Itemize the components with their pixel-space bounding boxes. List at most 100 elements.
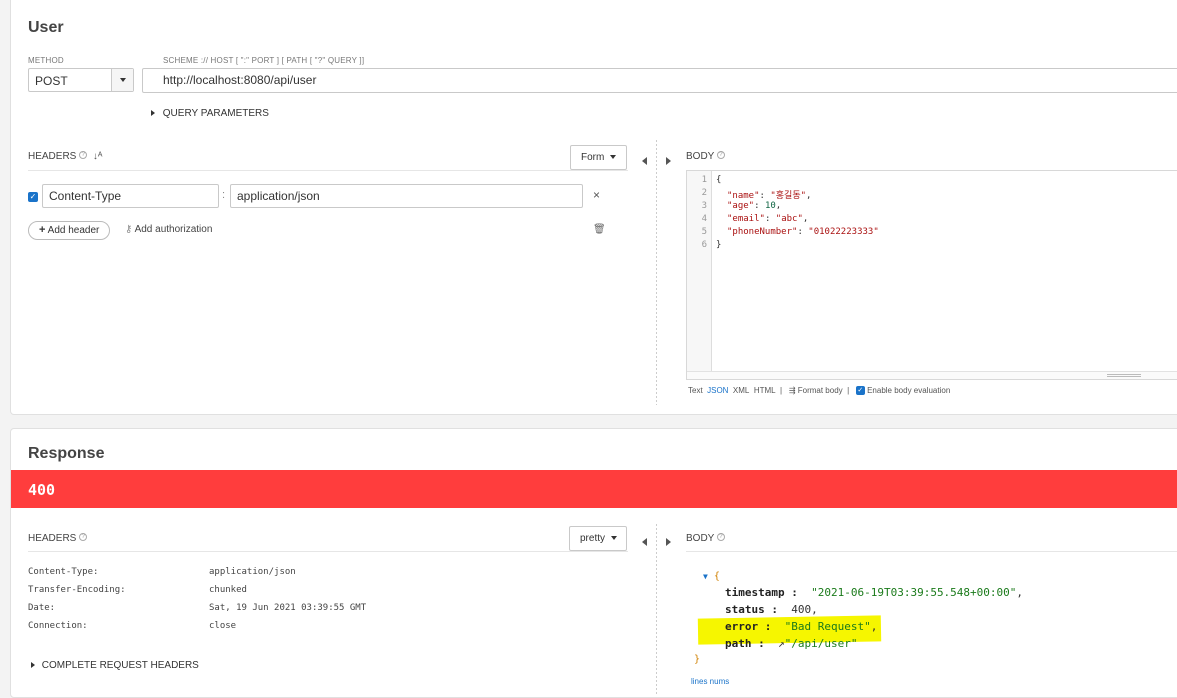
json-line: timestamp : "2021-06-19T03:39:55.548+00:… <box>725 586 1024 599</box>
add-authorization-button[interactable]: ⚷ Add authorization <box>125 224 212 235</box>
vertical-divider <box>656 140 657 405</box>
help-icon[interactable]: ? <box>716 151 725 159</box>
line-number: 1 <box>701 175 707 185</box>
header-enabled-checkbox[interactable]: ✓ <box>28 192 38 202</box>
close-icon[interactable]: × <box>593 188 600 202</box>
collapse-left-icon[interactable] <box>642 533 647 551</box>
format-xml-tab[interactable]: XML <box>733 386 749 395</box>
format-text-tab[interactable]: Text <box>688 386 703 395</box>
method-select[interactable]: POST <box>28 68 134 92</box>
add-header-label: Add header <box>47 225 100 236</box>
json-collapse-toggle[interactable]: ▼ { <box>703 571 720 582</box>
json-line: path : ↗"/api/user" <box>725 637 858 650</box>
response-headers-mode-select[interactable]: pretty <box>569 526 627 551</box>
response-header-value: application/json <box>209 567 296 577</box>
collapse-left-icon[interactable] <box>642 152 647 170</box>
method-label: METHOD <box>28 56 64 65</box>
headers-mode-select[interactable]: Form <box>570 145 627 170</box>
json-key: path <box>725 637 752 650</box>
enable-eval-checkbox[interactable]: ✓ <box>855 386 865 396</box>
add-authorization-label: Add authorization <box>134 224 213 235</box>
response-header-value: Sat, 19 Jun 2021 03:39:55 GMT <box>209 603 367 613</box>
response-headers-label: HEADERS ? <box>28 533 88 544</box>
json-line: error : "Bad Request", <box>725 620 878 633</box>
complete-request-headers-toggle[interactable]: COMPLETE REQUEST HEADERS <box>31 660 199 671</box>
code-line: "name": "홍길동", <box>727 191 812 201</box>
query-parameters-label: QUERY PARAMETERS <box>162 108 269 119</box>
status-bar: 400 <box>11 470 1177 508</box>
json-value: "2021-06-19T03:39:55.548+00:00" <box>811 586 1017 599</box>
trash-icon[interactable]: 🗑 <box>593 224 606 235</box>
headers-mode-value: Form <box>581 152 605 163</box>
json-key: "age" <box>727 201 755 211</box>
editor-resize-handle[interactable] <box>687 371 1177 379</box>
json-value: "01022223333" <box>808 227 879 237</box>
lines-nums-link[interactable]: lines nums <box>691 677 729 686</box>
json-brace: } <box>694 654 701 665</box>
collapse-right-icon[interactable] <box>666 152 671 170</box>
help-icon[interactable]: ? <box>716 533 725 541</box>
line-number: 2 <box>701 188 707 198</box>
format-json-tab[interactable]: JSON <box>707 386 728 395</box>
response-header-key: Content-Type: <box>28 567 99 577</box>
line-number: 3 <box>701 201 707 211</box>
collapse-right-icon[interactable] <box>666 533 671 551</box>
help-icon[interactable]: ? <box>79 151 88 159</box>
chevron-down-icon <box>610 155 617 160</box>
format-icon: ⇶ <box>788 386 796 395</box>
sort-icon[interactable]: ↓ᴬ <box>93 151 103 162</box>
response-header-key: Date: <box>28 603 56 613</box>
format-body-label: Format body <box>797 386 843 395</box>
response-headers-mode-value: pretty <box>580 533 606 544</box>
response-body-label: BODY ? <box>686 533 725 544</box>
query-parameters-toggle[interactable]: QUERY PARAMETERS <box>151 108 269 119</box>
status-code: 400 <box>28 481 56 499</box>
header-name-input[interactable]: Content-Type <box>42 184 219 208</box>
json-value[interactable]: "/api/user" <box>785 637 858 650</box>
response-body-text: BODY <box>686 533 715 544</box>
code-line: { <box>716 175 722 185</box>
format-body-button[interactable]: ⇶ Format body <box>789 386 843 395</box>
external-link-icon[interactable]: ↗ <box>778 637 785 650</box>
body-editor[interactable]: 1 2 3 4 5 6 { "name": "홍길동", "age": 10, … <box>686 170 1177 380</box>
help-icon[interactable]: ? <box>79 533 88 541</box>
chevron-down-icon: ▼ <box>703 572 708 581</box>
json-key: timestamp <box>725 586 785 599</box>
json-line: status : 400, <box>725 603 818 616</box>
line-number: 5 <box>701 227 707 237</box>
request-headers-text: HEADERS <box>28 151 77 162</box>
divider <box>686 551 1177 552</box>
json-value: 10 <box>764 201 776 211</box>
code-line: } <box>716 240 722 250</box>
divider <box>28 551 628 552</box>
json-key: "email" <box>727 214 765 224</box>
json-value: "Bad Request" <box>784 620 871 633</box>
json-key: error <box>725 620 759 633</box>
method-value: POST <box>35 74 68 88</box>
response-panel: Response 400 HEADERS ? pretty Content-Ty… <box>10 428 1177 698</box>
json-key: status <box>725 603 765 616</box>
url-input[interactable]: http://localhost:8080/api/user <box>142 68 1177 93</box>
format-html-tab[interactable]: HTML <box>754 386 776 395</box>
request-body-text: BODY <box>686 151 715 162</box>
header-value-input[interactable]: application/json <box>230 184 583 208</box>
request-body-label: BODY ? <box>686 151 725 162</box>
response-header-value: chunked <box>209 585 247 595</box>
json-comma: , <box>775 201 782 211</box>
chevron-down-icon <box>610 536 617 541</box>
add-header-button[interactable]: + Add header <box>28 221 111 240</box>
response-headers-text: HEADERS <box>28 533 77 544</box>
request-panel: User METHOD POST SCHEME :// HOST [ ":" P… <box>10 0 1177 415</box>
chevron-right-icon <box>31 662 35 669</box>
json-value: 400 <box>791 603 812 616</box>
json-value: "abc" <box>775 214 803 224</box>
request-title: User <box>28 19 64 36</box>
plus-icon: + <box>39 224 46 236</box>
response-header-key: Connection: <box>28 621 88 631</box>
enable-eval-label: Enable body evaluation <box>867 386 951 395</box>
line-number: 6 <box>701 240 707 250</box>
code-line: "email": "abc", <box>727 214 809 224</box>
grip-icon <box>1107 374 1141 377</box>
json-key: "phoneNumber" <box>727 227 798 237</box>
colon-separator: : <box>222 189 226 201</box>
